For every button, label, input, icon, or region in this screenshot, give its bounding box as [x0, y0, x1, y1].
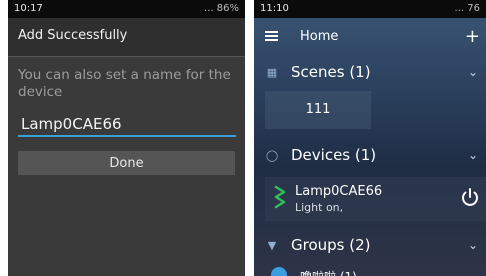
add-button[interactable]: +	[465, 26, 480, 47]
groups-label: Groups (2)	[291, 236, 371, 254]
chevron-down-icon[interactable]: ⌄	[468, 238, 478, 252]
status-bar: 10:17 ... 86%	[8, 0, 245, 18]
status-indicators: ... 76	[454, 3, 480, 14]
devices-header[interactable]: ◯ Devices (1) ⌄	[254, 137, 486, 173]
scene-tile[interactable]: 111	[265, 91, 371, 129]
scenes-label: Scenes (1)	[291, 63, 371, 81]
scenes-header[interactable]: ▦ Scenes (1) ⌄	[254, 54, 486, 90]
device-status: Light on,	[295, 201, 344, 214]
status-time: 11:10	[260, 3, 289, 14]
strip-light-icon	[265, 185, 295, 213]
device-name: Lamp0CAE66	[295, 184, 383, 199]
right-screen: 11:10 ... 76 Home + ▦ Scenes (1) ⌄ 111 ◯…	[254, 0, 486, 276]
group-name: 噜啦啦 (1)	[300, 268, 357, 276]
status-time: 10:17	[14, 3, 43, 14]
done-button[interactable]: Done	[18, 151, 235, 175]
page-title: Home	[300, 28, 339, 44]
menu-icon[interactable]	[265, 29, 278, 43]
chevron-down-icon[interactable]: ⌄	[468, 65, 478, 79]
status-bar: 11:10 ... 76	[254, 0, 486, 18]
device-row[interactable]: Lamp0CAE66 Light on,	[265, 177, 486, 221]
groups-header[interactable]: ▼ Groups (2) ⌄	[254, 227, 486, 263]
devices-label: Devices (1)	[291, 146, 377, 164]
power-icon[interactable]	[454, 186, 486, 212]
dialog-message: You can also set a name for the device	[18, 67, 231, 100]
chevron-down-icon[interactable]: ⌄	[468, 148, 478, 162]
bulb-icon: ◯	[265, 148, 279, 162]
grid-icon: ▦	[266, 65, 278, 79]
dialog-title: Add Successfully	[8, 18, 245, 57]
group-row[interactable]: 噜啦啦 (1)	[268, 263, 486, 276]
device-name-input[interactable]	[18, 113, 236, 137]
device-info: Lamp0CAE66 Light on,	[295, 183, 454, 215]
left-screen: 10:17 ... 86% Add Successfully You can a…	[8, 0, 245, 276]
app-bar: Home +	[254, 18, 486, 54]
bulb-group-icon	[271, 267, 287, 276]
status-indicators: ... 86%	[204, 3, 239, 14]
lamp-icon: ▼	[267, 238, 277, 252]
